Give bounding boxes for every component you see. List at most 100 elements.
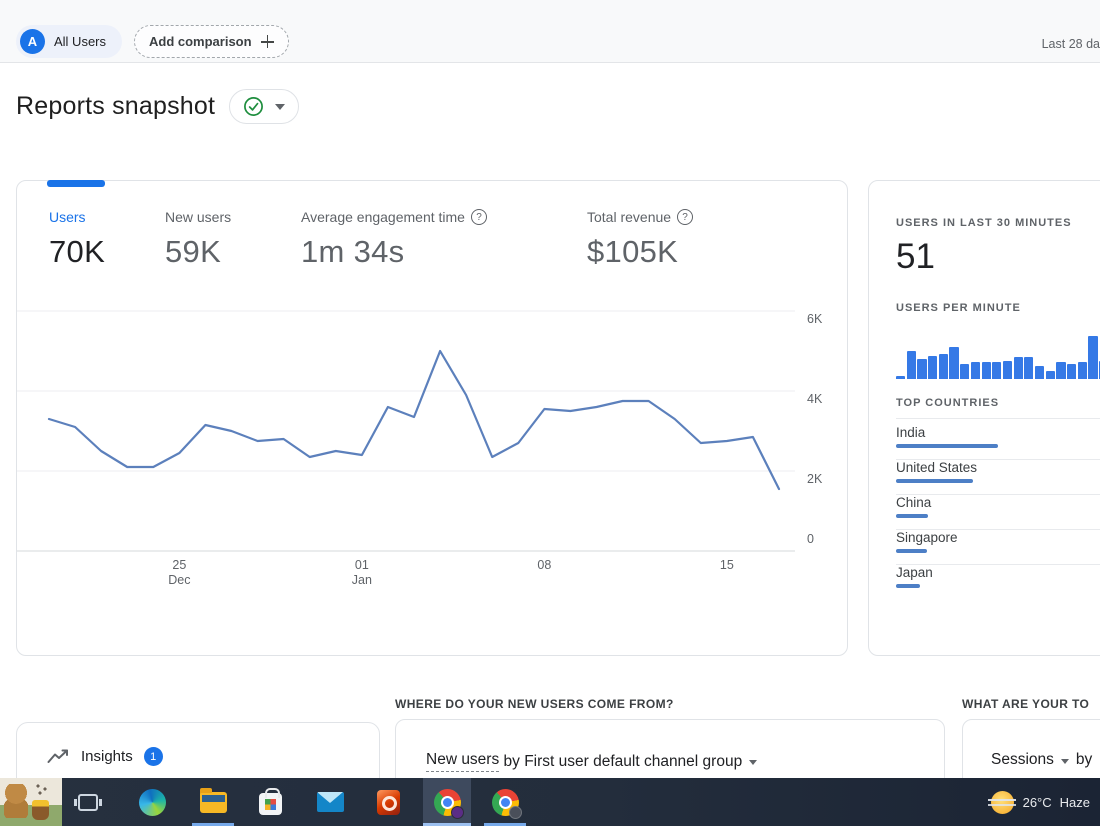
svg-text:6K: 6K xyxy=(807,312,823,326)
bees-image xyxy=(36,784,50,796)
channel-card-title[interactable]: New users by First user default channel … xyxy=(426,751,944,772)
minute-bar xyxy=(939,354,948,379)
minute-bar xyxy=(1024,357,1033,379)
weather-condition: Haze xyxy=(1060,795,1090,810)
svg-text:15: 15 xyxy=(720,558,734,572)
mail-taskbar-button[interactable] xyxy=(306,778,354,826)
desktop-wallpaper-teddy-bear[interactable] xyxy=(0,778,62,826)
metric-total-revenue[interactable]: Total revenue $105K xyxy=(587,209,693,270)
chrome-profile-badge xyxy=(509,806,522,819)
file-explorer-icon xyxy=(200,792,227,813)
task-view-icon xyxy=(78,794,98,811)
chrome-icon xyxy=(492,789,519,816)
chevron-down-icon xyxy=(749,760,757,765)
check-circle-icon xyxy=(243,96,264,117)
minute-bar xyxy=(1035,366,1044,379)
country-row: Singapore xyxy=(896,530,1100,565)
country-row: United States xyxy=(896,460,1100,495)
windows-taskbar: 26°C Haze xyxy=(0,778,1100,826)
metric-new-users-label: New users xyxy=(165,209,231,225)
date-range-selector[interactable]: Last 28 da xyxy=(1042,37,1100,51)
insights-trend-icon xyxy=(47,748,70,766)
chevron-down-icon xyxy=(275,104,285,110)
minute-bar xyxy=(896,376,905,379)
edge-icon xyxy=(139,789,166,816)
country-name: Japan xyxy=(896,565,1100,580)
country-users-bar xyxy=(896,479,973,483)
minute-bar xyxy=(1078,362,1087,379)
office-taskbar-button[interactable] xyxy=(364,778,412,826)
metric-users-label: Users xyxy=(49,209,86,225)
audience-comparison-bar: A All Users Add comparison Last 28 da xyxy=(0,0,1100,63)
page-title: Reports snapshot xyxy=(16,92,215,121)
insights-count-badge: 1 xyxy=(144,747,163,766)
mail-icon xyxy=(317,792,344,812)
metric-users[interactable]: Users 70K xyxy=(49,209,105,270)
microsoft-store-taskbar-button[interactable] xyxy=(246,778,294,826)
minute-bar xyxy=(992,362,1001,379)
sessions-card-title[interactable]: Sessions by xyxy=(991,751,1100,769)
metric-avg-engagement-value: 1m 34s xyxy=(301,234,487,270)
country-name: India xyxy=(896,425,1100,440)
insights-label: Insights xyxy=(81,748,133,765)
ga4-reports-snapshot-screen: A All Users Add comparison Last 28 da Re… xyxy=(0,0,1100,826)
task-view-button[interactable] xyxy=(64,778,112,826)
svg-text:4K: 4K xyxy=(807,392,823,406)
minute-bar xyxy=(1088,336,1097,379)
svg-text:08: 08 xyxy=(537,558,551,572)
edge-taskbar-button[interactable] xyxy=(128,778,176,826)
metric-avg-engagement[interactable]: Average engagement time 1m 34s xyxy=(301,209,487,270)
audience-avatar: A xyxy=(20,29,45,54)
users-trend-line-chart[interactable]: 02K4K6K25Dec01Jan0815 xyxy=(17,291,849,591)
help-icon[interactable] xyxy=(471,209,487,225)
file-explorer-taskbar-button[interactable] xyxy=(189,778,237,826)
sessions-dropdown[interactable]: Sessions xyxy=(991,751,1054,769)
country-name: Singapore xyxy=(896,530,1100,545)
new-users-section-header: WHERE DO YOUR NEW USERS COME FROM? xyxy=(395,697,674,711)
metric-new-users-value: 59K xyxy=(165,234,231,270)
chrome-icon xyxy=(434,789,461,816)
users-per-minute-label: USERS PER MINUTE xyxy=(896,302,1021,314)
office-icon xyxy=(377,790,400,815)
sessions-section-header: WHAT ARE YOUR TO xyxy=(962,697,1089,711)
minute-bar xyxy=(982,362,991,379)
users-last-30min-label: USERS IN LAST 30 MINUTES xyxy=(896,217,1072,229)
minute-bar xyxy=(1014,357,1023,379)
selected-metric-tab-indicator xyxy=(47,180,105,187)
country-users-bar xyxy=(896,444,998,448)
report-status-dropdown[interactable] xyxy=(229,89,299,124)
country-row: India xyxy=(896,425,1100,460)
svg-text:01: 01 xyxy=(355,558,369,572)
users-per-minute-bar-chart[interactable] xyxy=(896,323,1100,379)
overview-card: Users 70K New users 59K Average engageme… xyxy=(16,180,848,656)
all-users-chip[interactable]: A All Users xyxy=(16,25,122,58)
metric-new-users[interactable]: New users 59K xyxy=(165,209,231,270)
metric-total-revenue-label: Total revenue xyxy=(587,209,671,225)
weather-temperature: 26°C xyxy=(1023,795,1052,810)
country-users-bar xyxy=(896,514,928,518)
plus-icon xyxy=(261,35,274,48)
svg-text:25: 25 xyxy=(172,558,186,572)
chrome-profile-badge xyxy=(451,806,464,819)
minute-bar xyxy=(960,364,969,379)
country-row: China xyxy=(896,495,1100,530)
chrome-taskbar-button-active[interactable] xyxy=(423,778,471,826)
realtime-card: USERS IN LAST 30 MINUTES 51 USERS PER MI… xyxy=(868,180,1100,656)
microsoft-store-icon xyxy=(259,793,282,815)
minute-bar xyxy=(907,351,916,379)
svg-text:2K: 2K xyxy=(807,472,823,486)
country-users-bar xyxy=(896,584,920,588)
svg-text:Dec: Dec xyxy=(168,573,190,587)
chrome-taskbar-button-2[interactable] xyxy=(481,778,529,826)
weather-widget[interactable]: 26°C Haze xyxy=(991,778,1090,826)
users-last-30min-value: 51 xyxy=(896,237,935,277)
svg-text:0: 0 xyxy=(807,532,814,546)
help-icon[interactable] xyxy=(677,209,693,225)
metric-total-revenue-value: $105K xyxy=(587,234,693,270)
add-comparison-button[interactable]: Add comparison xyxy=(134,25,289,58)
minute-bar xyxy=(1056,362,1065,379)
divider xyxy=(896,418,1100,419)
top-countries-label: TOP COUNTRIES xyxy=(896,397,999,409)
new-users-dropdown[interactable]: New users xyxy=(426,751,499,772)
minute-bar xyxy=(1046,371,1055,379)
